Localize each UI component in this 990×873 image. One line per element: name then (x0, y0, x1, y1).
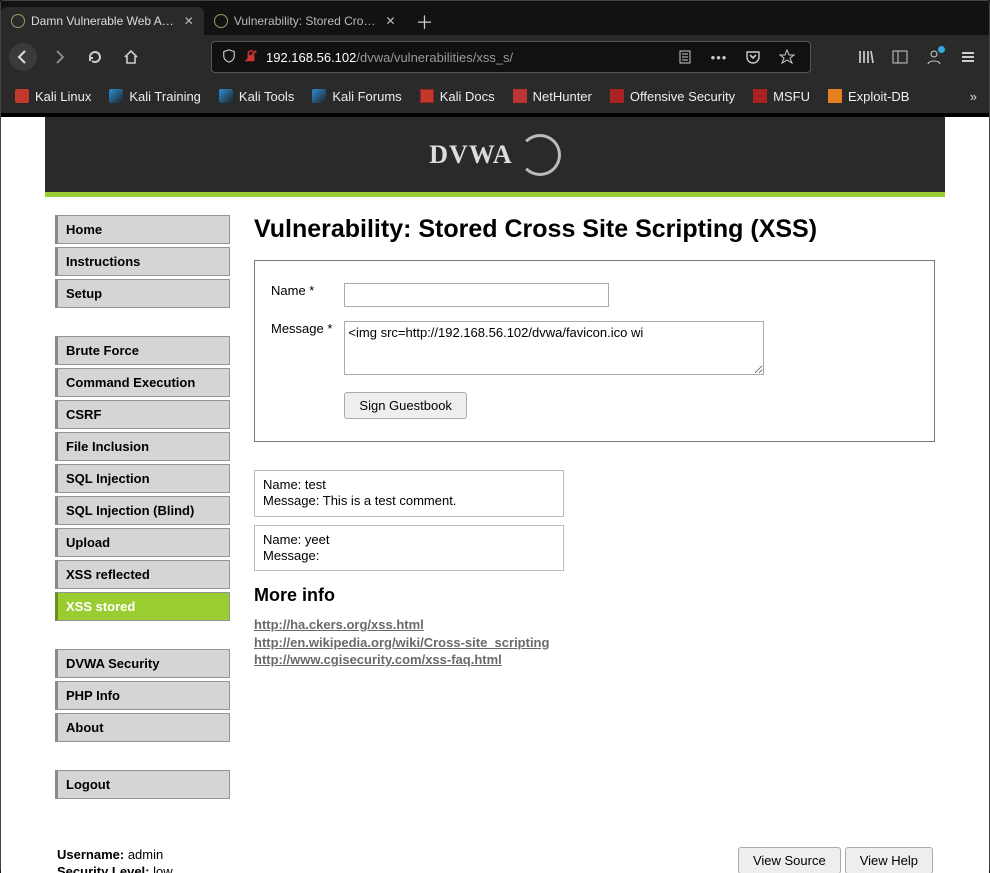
insecure-lock-icon (244, 49, 258, 66)
kali-icon (312, 89, 326, 103)
bookmark-nethunter[interactable]: NetHunter (505, 85, 600, 108)
url-bar[interactable]: 192.168.56.102/dvwa/vulnerabilities/xss_… (211, 41, 811, 73)
guestbook-form: Name * Message * <img src=http://192.168… (254, 260, 935, 442)
notification-dot-icon (938, 46, 945, 53)
tab-2[interactable]: Vulnerability: Stored Cro… ✕ (204, 7, 406, 35)
close-icon[interactable]: ✕ (184, 14, 194, 28)
forward-button[interactable] (45, 43, 73, 71)
exploitdb-icon (828, 89, 842, 103)
moreinfo-link-3[interactable]: http://www.cgisecurity.com/xss-faq.html (254, 651, 935, 669)
bookmark-offsec[interactable]: Offensive Security (602, 85, 743, 108)
reader-mode-icon[interactable] (672, 44, 698, 70)
main-content: Vulnerability: Stored Cross Site Scripti… (254, 215, 935, 827)
sidebar-item-sqli[interactable]: SQL Injection (55, 464, 230, 493)
view-source-button[interactable]: View Source (738, 847, 841, 873)
page-viewport[interactable]: DVWA Home Instructions Setup Brute Force… (1, 113, 989, 873)
view-help-button[interactable]: View Help (845, 847, 933, 873)
library-icon[interactable] (853, 44, 879, 70)
sidebar-item-setup[interactable]: Setup (55, 279, 230, 308)
bookmark-star-icon[interactable] (774, 44, 800, 70)
bookmark-kali-docs[interactable]: Kali Docs (412, 85, 503, 108)
tab-label: Damn Vulnerable Web A… (31, 14, 174, 28)
arrow-right-icon (51, 49, 67, 65)
tab-label: Vulnerability: Stored Cro… (234, 14, 376, 28)
reload-icon (87, 49, 103, 65)
offsec-icon (610, 89, 624, 103)
bookmark-msfu[interactable]: MSFU (745, 85, 818, 108)
account-icon[interactable] (921, 44, 947, 70)
footer-row: Username: admin Security Level: low PHPI… (45, 837, 945, 873)
logo-arc-icon (519, 134, 561, 176)
sidebar-item-sqli-blind[interactable]: SQL Injection (Blind) (55, 496, 230, 525)
sidebar-item-security[interactable]: DVWA Security (55, 649, 230, 678)
new-tab-button[interactable]: ＋ (406, 9, 444, 35)
kali-icon (15, 89, 29, 103)
close-icon[interactable]: ✕ (385, 14, 395, 28)
home-icon (123, 49, 139, 65)
kali-icon (219, 89, 233, 103)
kali-icon (109, 89, 123, 103)
sidebar-item-xss-reflected[interactable]: XSS reflected (55, 560, 230, 589)
name-label: Name * (271, 277, 342, 313)
sidebar-item-logout[interactable]: Logout (55, 770, 230, 799)
sidebar-item-fileinc[interactable]: File Inclusion (55, 432, 230, 461)
bookmark-kali-linux[interactable]: Kali Linux (7, 85, 99, 108)
guestbook-entry: Name: yeet Message: (254, 525, 564, 572)
page-actions-icon[interactable]: ••• (706, 44, 732, 70)
sidebar-item-cmdexec[interactable]: Command Execution (55, 368, 230, 397)
dvwa-header: DVWA (45, 117, 945, 197)
sign-guestbook-button[interactable]: Sign Guestbook (344, 392, 467, 419)
tab-bar: Damn Vulnerable Web A… ✕ Vulnerability: … (1, 1, 989, 35)
message-label: Message * (271, 315, 342, 384)
bookmark-kali-forums[interactable]: Kali Forums (304, 85, 409, 108)
msfu-icon (753, 89, 767, 103)
sidebar: Home Instructions Setup Brute Force Comm… (55, 215, 230, 827)
more-info-links: http://ha.ckers.org/xss.html http://en.w… (254, 616, 935, 669)
back-button[interactable] (9, 43, 37, 71)
pocket-icon[interactable] (740, 44, 766, 70)
hamburger-menu-icon[interactable] (955, 44, 981, 70)
username-label: Username: (57, 847, 124, 862)
bookmark-overflow-icon[interactable]: » (964, 89, 983, 104)
sidebar-toggle-icon[interactable] (887, 44, 913, 70)
shield-icon (222, 49, 236, 66)
sidebar-item-instructions[interactable]: Instructions (55, 247, 230, 276)
more-info-heading: More info (254, 585, 935, 606)
toolbar: 192.168.56.102/dvwa/vulnerabilities/xss_… (1, 35, 989, 79)
sidebar-item-about[interactable]: About (55, 713, 230, 742)
url-text: 192.168.56.102/dvwa/vulnerabilities/xss_… (266, 50, 513, 65)
tab-1[interactable]: Damn Vulnerable Web A… ✕ (1, 7, 204, 35)
bookmark-kali-tools[interactable]: Kali Tools (211, 85, 302, 108)
tab-favicon (214, 14, 228, 28)
kali-icon (420, 89, 434, 103)
arrow-left-icon (15, 49, 31, 65)
message-textarea[interactable]: <img src=http://192.168.56.102/dvwa/favi… (344, 321, 764, 375)
bookmark-kali-training[interactable]: Kali Training (101, 85, 209, 108)
reload-button[interactable] (81, 43, 109, 71)
sidebar-item-home[interactable]: Home (55, 215, 230, 244)
sidebar-item-xss-stored[interactable]: XSS stored (55, 592, 230, 621)
nethunter-icon (513, 89, 527, 103)
sidebar-item-phpinfo[interactable]: PHP Info (55, 681, 230, 710)
moreinfo-link-2[interactable]: http://en.wikipedia.org/wiki/Cross-site_… (254, 634, 935, 652)
tab-favicon (11, 14, 25, 28)
dvwa-logo: DVWA (429, 134, 560, 176)
page-title: Vulnerability: Stored Cross Site Scripti… (254, 215, 935, 244)
sidebar-item-upload[interactable]: Upload (55, 528, 230, 557)
username-value: admin (128, 847, 163, 862)
guestbook-entry: Name: test Message: This is a test comme… (254, 470, 564, 517)
sidebar-item-csrf[interactable]: CSRF (55, 400, 230, 429)
moreinfo-link-1[interactable]: http://ha.ckers.org/xss.html (254, 616, 935, 634)
home-button[interactable] (117, 43, 145, 71)
name-input[interactable] (344, 283, 609, 307)
bookmark-exploitdb[interactable]: Exploit-DB (820, 85, 917, 108)
sidebar-item-bruteforce[interactable]: Brute Force (55, 336, 230, 365)
bookmarks-bar: Kali Linux Kali Training Kali Tools Kali… (1, 79, 989, 113)
